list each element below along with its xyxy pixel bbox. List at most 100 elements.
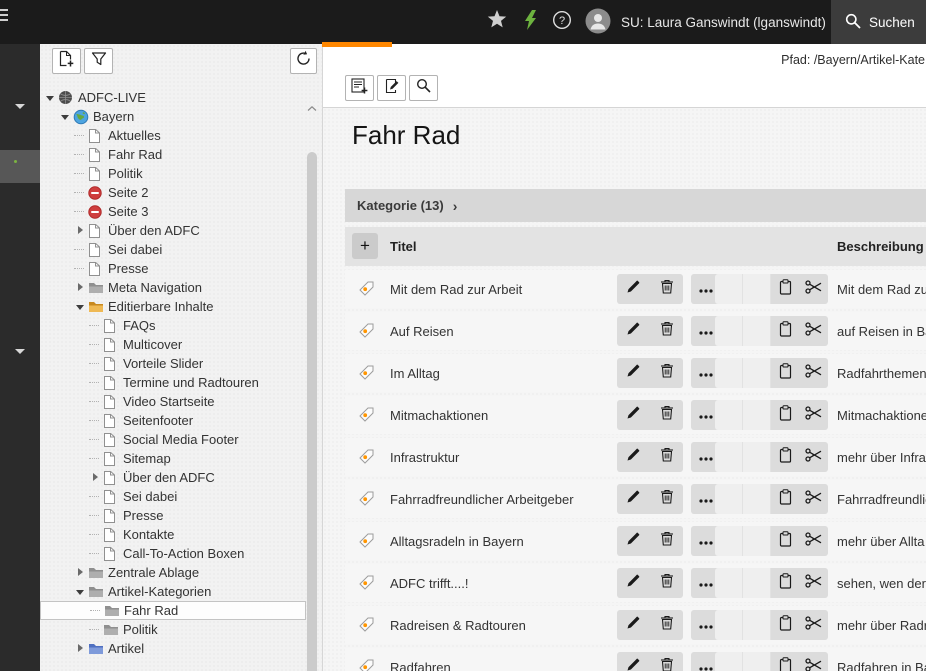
tree-item-termine-und-radtouren[interactable]: Termine und Radtouren [40,373,306,392]
chevron-right-icon[interactable] [74,639,88,658]
cut-button[interactable] [799,610,828,640]
chevron-right-icon[interactable] [74,221,88,240]
tree-item-meta-navigation[interactable]: Meta Navigation [40,278,306,297]
refresh-button[interactable] [290,48,317,74]
help-button[interactable]: ? [548,0,576,44]
tree-item-seite-2[interactable]: Seite 2 [40,183,306,202]
tree-item-presse[interactable]: Presse [40,506,306,525]
delete-button[interactable] [656,484,678,514]
delete-button[interactable] [656,568,678,598]
tree-item-social-media-footer[interactable]: Social Media Footer [40,430,306,449]
edit-button[interactable] [623,274,645,304]
chevron-down-icon[interactable] [59,107,73,126]
edit-button[interactable] [623,568,645,598]
record-title[interactable]: Im Alltag [390,354,440,392]
copy-button[interactable] [771,652,799,671]
tree-item-faqs[interactable]: FAQs [40,316,306,335]
active-module-item[interactable] [0,150,40,183]
tree-item-bayern[interactable]: Bayern [40,107,306,126]
edit-button[interactable] [623,316,645,346]
tree-item-ber-den-adfc[interactable]: Über den ADFC [40,221,306,240]
tree-item-politik[interactable]: Politik [40,620,306,639]
bookmark-button[interactable] [483,0,511,44]
record-title[interactable]: Radfahren [390,648,451,671]
edit-button[interactable] [623,526,645,556]
cut-button[interactable] [799,484,828,514]
tree-item-seite-3[interactable]: Seite 3 [40,202,306,221]
record-title[interactable]: Mitmachaktionen [390,396,488,434]
tree-item-vorteile-slider[interactable]: Vorteile Slider [40,354,306,373]
chevron-right-icon[interactable] [74,563,88,582]
edit-button[interactable] [623,358,645,388]
tree-item-aktuelles[interactable]: Aktuelles [40,126,306,145]
copy-button[interactable] [771,568,799,598]
tree-item-artikel[interactable]: Artikel [40,639,306,658]
delete-button[interactable] [656,274,678,304]
delete-button[interactable] [656,442,678,472]
tree-collapse-button[interactable] [304,102,320,114]
copy-button[interactable] [771,400,799,430]
copy-button[interactable] [771,358,799,388]
cut-button[interactable] [799,652,828,671]
edit-button[interactable] [623,652,645,671]
tree-item-artikel-kategorien[interactable]: Artikel-Kategorien [40,582,306,601]
record-title[interactable]: Infrastruktur [390,438,459,476]
tree-item-ber-den-adfc[interactable]: Über den ADFC [40,468,306,487]
tree-scrollbar[interactable] [307,152,317,671]
record-title[interactable]: Radreisen & Radtouren [390,606,526,644]
cut-button[interactable] [799,316,828,346]
cut-button[interactable] [799,568,828,598]
new-record-button[interactable] [345,75,374,101]
table-section-header[interactable]: Kategorie (13) › [345,189,926,222]
tree-item-fahr-rad[interactable]: Fahr Rad [40,601,306,620]
chevron-down-icon[interactable] [44,88,58,107]
chevron-right-icon[interactable] [89,468,103,487]
delete-button[interactable] [656,358,678,388]
record-title[interactable]: Alltagsradeln in Bayern [390,522,524,560]
cut-button[interactable] [799,442,828,472]
record-title[interactable]: Mit dem Rad zur Arbeit [390,270,522,308]
edit-button[interactable] [623,400,645,430]
menu-button[interactable] [0,9,8,24]
chevron-down-icon[interactable] [15,104,25,109]
copy-button[interactable] [771,484,799,514]
edit-page-button[interactable] [377,75,406,101]
tree-item-editierbare-inhalte[interactable]: Editierbare Inhalte [40,297,306,316]
tree-item-sei-dabei[interactable]: Sei dabei [40,240,306,259]
add-record-button[interactable]: + [352,233,378,259]
tree-item-presse[interactable]: Presse [40,259,306,278]
clear-cache-button[interactable] [519,0,541,44]
tree-item-adfc-live[interactable]: ADFC-LIVE [40,88,306,107]
new-page-button[interactable] [52,48,81,74]
tree-item-fahr-rad[interactable]: Fahr Rad [40,145,306,164]
tree-item-video-startseite[interactable]: Video Startseite [40,392,306,411]
tree-item-kontakte[interactable]: Kontakte [40,525,306,544]
chevron-down-icon[interactable] [15,349,25,354]
tree-item-sei-dabei[interactable]: Sei dabei [40,487,306,506]
search-record-button[interactable] [409,75,438,101]
cut-button[interactable] [799,526,828,556]
record-title[interactable]: ADFC trifft....! [390,564,469,602]
chevron-right-icon[interactable] [74,278,88,297]
tree-item-seitenfooter[interactable]: Seitenfooter [40,411,306,430]
delete-button[interactable] [656,526,678,556]
tree-item-politik[interactable]: Politik [40,164,306,183]
filter-button[interactable] [84,48,113,74]
delete-button[interactable] [656,316,678,346]
copy-button[interactable] [771,316,799,346]
tree-item-call-to-action-boxen[interactable]: Call-To-Action Boxen [40,544,306,563]
edit-button[interactable] [623,610,645,640]
cut-button[interactable] [799,358,828,388]
copy-button[interactable] [771,526,799,556]
record-title[interactable]: Auf Reisen [390,312,454,350]
chevron-down-icon[interactable] [74,297,88,316]
search-button[interactable]: Suchen [831,0,926,44]
copy-button[interactable] [771,442,799,472]
tree-item-sitemap[interactable]: Sitemap [40,449,306,468]
copy-button[interactable] [771,610,799,640]
edit-button[interactable] [623,484,645,514]
record-title[interactable]: Fahrradfreundlicher Arbeitgeber [390,480,574,518]
user-menu[interactable]: SU: Laura Ganswindt (lganswindt) [585,0,826,44]
chevron-down-icon[interactable] [74,582,88,601]
cut-button[interactable] [799,274,828,304]
